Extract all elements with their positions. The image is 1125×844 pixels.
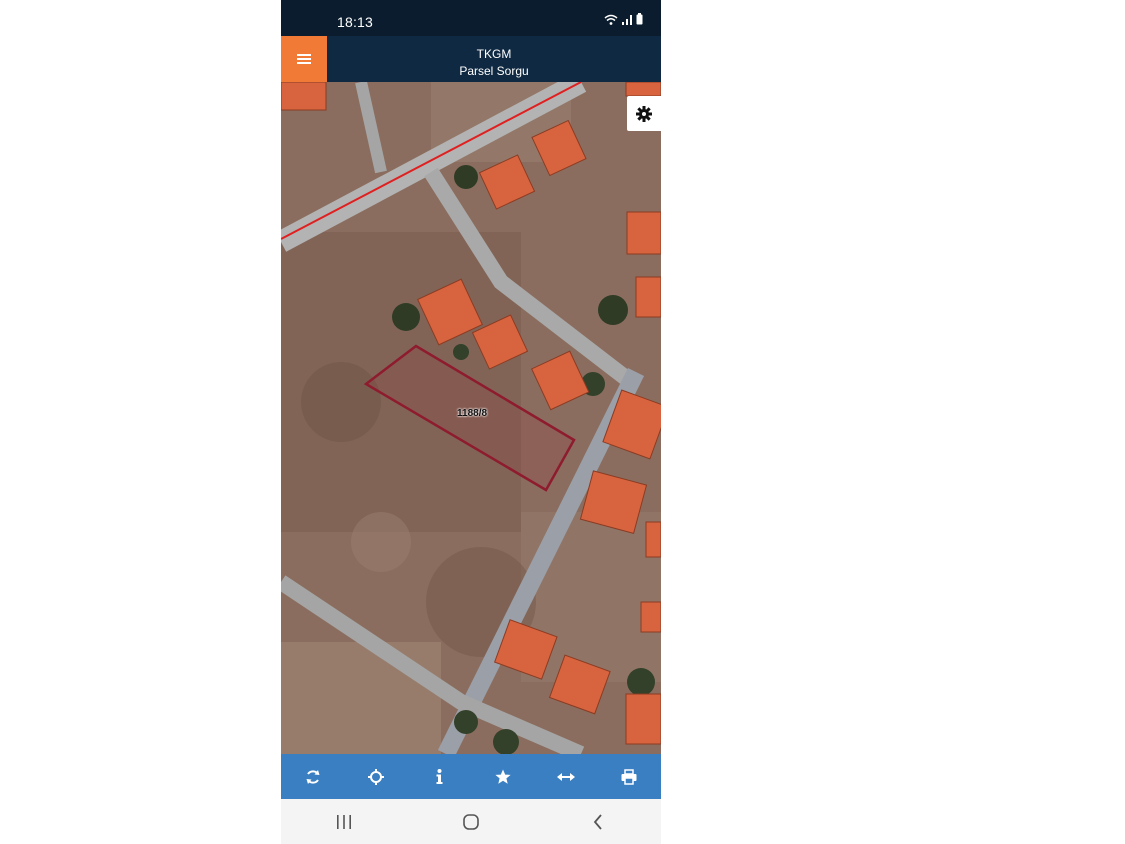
info-icon	[436, 768, 443, 784]
system-navigation-bar	[281, 799, 661, 844]
app-header: TKGM Parsel Sorgu	[281, 36, 661, 82]
locate-button[interactable]	[356, 757, 396, 797]
menu-button[interactable]	[281, 36, 327, 82]
refresh-button[interactable]	[293, 757, 333, 797]
settings-button[interactable]	[627, 96, 661, 131]
parcel-label: 1188/8	[457, 408, 488, 419]
print-icon	[621, 768, 637, 785]
back-button[interactable]	[568, 802, 628, 842]
wifi-icon	[604, 14, 618, 25]
locate-icon	[367, 768, 384, 785]
status-icons	[604, 13, 643, 25]
star-icon	[495, 769, 511, 784]
battery-icon	[636, 13, 643, 25]
phone-screen: 18:13 TKGM Parsel Sorgu 1188/8	[281, 0, 661, 844]
signal-icon	[622, 15, 632, 25]
measure-button[interactable]	[546, 757, 586, 797]
hamburger-icon	[297, 54, 311, 64]
recent-apps-button[interactable]	[314, 802, 374, 842]
favorite-button[interactable]	[483, 757, 523, 797]
map-view[interactable]: 1188/8	[281, 82, 661, 754]
info-button[interactable]	[419, 757, 459, 797]
back-icon	[593, 813, 602, 830]
measure-icon	[556, 772, 575, 781]
status-bar: 18:13	[281, 0, 661, 36]
bottom-toolbar	[281, 754, 661, 799]
gear-icon	[636, 105, 652, 122]
recent-apps-icon	[337, 814, 352, 829]
app-title-block: TKGM Parsel Sorgu	[327, 46, 661, 80]
home-icon	[463, 813, 479, 830]
print-button[interactable]	[609, 757, 649, 797]
refresh-icon	[306, 769, 320, 784]
status-time: 18:13	[337, 14, 374, 30]
app-title: TKGM	[476, 47, 512, 61]
home-button[interactable]	[441, 802, 501, 842]
app-subtitle: Parsel Sorgu	[459, 64, 529, 78]
